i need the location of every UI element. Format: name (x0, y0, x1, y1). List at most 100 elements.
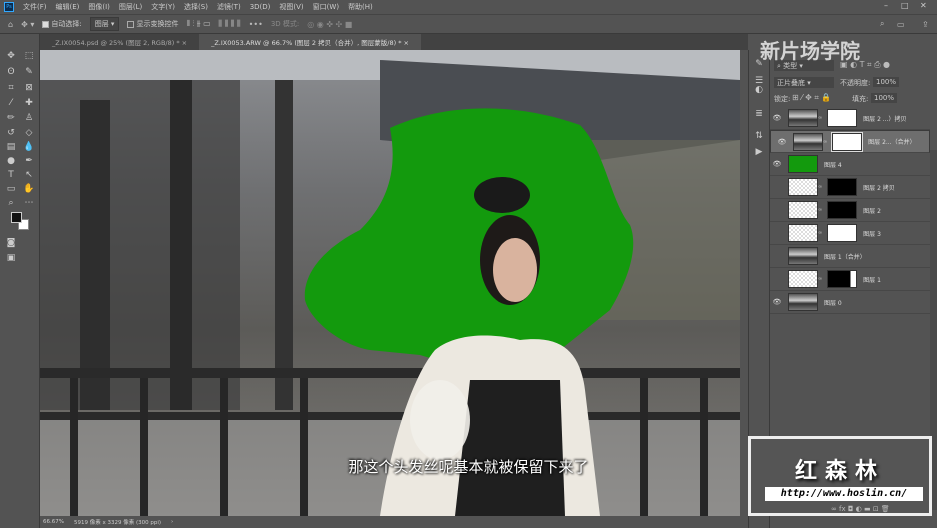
visibility-eye-icon[interactable]: 👁 (770, 114, 784, 122)
share-icon[interactable]: ⇪ (922, 20, 929, 29)
adjustments-panel-icon[interactable]: ◐ (753, 84, 765, 96)
auto-select-value: 图层 (94, 20, 109, 28)
lock-icons[interactable]: ⊞ ⁄ ✥ ⌗ 🔒 (792, 93, 831, 103)
move-tool-icon[interactable]: ✥ ▾ (21, 20, 34, 29)
layer-row[interactable]: 👁 图层 4 (770, 153, 930, 176)
path-select-tool-icon[interactable]: ↖ (23, 169, 35, 181)
more-tools-icon[interactable]: ⋯ (23, 197, 35, 209)
layer-thumbnail (788, 155, 818, 173)
menu-image[interactable]: 图像(I) (88, 2, 110, 12)
opacity-label: 不透明度: (840, 79, 871, 87)
marquee-tool-icon[interactable]: ⬚ (23, 50, 35, 62)
layer-row[interactable]: ∞ 图层 1 (770, 268, 930, 291)
more-options-icon[interactable]: ••• (249, 20, 263, 29)
stamp-tool-icon[interactable]: ♙ (23, 112, 35, 124)
fill-label: 填充: (852, 95, 869, 103)
layer-thumbnail (793, 132, 823, 151)
quick-mask-icon[interactable]: ◙ (5, 237, 17, 249)
menu-view[interactable]: 视图(V) (279, 2, 303, 12)
eraser-tool-icon[interactable]: ◇ (23, 127, 35, 139)
layer-thumbnail (788, 247, 818, 265)
layer-mask-thumbnail[interactable] (827, 109, 858, 127)
document-canvas[interactable] (40, 50, 740, 516)
maximize-button[interactable]: □ (901, 1, 909, 10)
opacity-input[interactable]: 100% (873, 77, 900, 87)
layer-row[interactable]: ∞ 图层 3 (770, 222, 930, 245)
lasso-tool-icon[interactable]: ʘ (5, 66, 17, 78)
layer-row-selected[interactable]: 👁 ∞ 图层 2...（合并） (770, 130, 930, 153)
visibility-eye-icon[interactable]: 👁 (770, 160, 784, 168)
layer-row[interactable]: 图层 1（合并） (770, 245, 930, 268)
zoom-tool-icon[interactable]: ⌕ (5, 197, 17, 209)
status-bar: 66.67% 5919 像素 x 3329 像素 (300 ppi) › (40, 516, 748, 528)
menu-layer[interactable]: 图层(L) (119, 2, 142, 12)
show-transform-checkbox[interactable]: 显示变换控件 (127, 19, 178, 29)
layer-mask-thumbnail[interactable] (827, 270, 858, 288)
foreground-color-swatch[interactable] (11, 212, 22, 223)
auto-select-label: 自动选择: (51, 20, 82, 28)
menu-bar: Ps 文件(F) 编辑(E) 图像(I) 图层(L) 文字(Y) 选择(S) 滤… (0, 0, 937, 14)
layer-mask-thumbnail[interactable] (827, 224, 858, 242)
layer-name: 图层 1 (863, 276, 881, 284)
layer-thumbnail (788, 201, 818, 219)
brand-name: 红森林 (794, 459, 885, 484)
menu-select[interactable]: 选择(S) (184, 2, 208, 12)
actions-panel-icon[interactable]: ▶ (753, 146, 765, 158)
brush-tool-icon[interactable]: ✏ (5, 112, 17, 124)
menu-edit[interactable]: 编辑(E) (56, 2, 80, 12)
layer-name: 图层 1（合并） (824, 253, 866, 261)
layer-panel-footer-icons[interactable]: ∞ fx ◘ ◐ ▬ ⊡ 🗑 (831, 505, 890, 513)
visibility-eye-icon[interactable]: 👁 (770, 298, 784, 306)
tab-document-2[interactable]: _Z.IX0053.ARW @ 66.7% (图层 2 拷贝（合并）, 图层蒙版… (199, 34, 421, 50)
healing-tool-icon[interactable]: ✚ (23, 97, 35, 109)
menu-file[interactable]: 文件(F) (23, 2, 47, 12)
fill-input[interactable]: 100% (871, 93, 898, 103)
pen-tool-icon[interactable]: ✒ (23, 155, 35, 167)
workspace-icon[interactable]: ▭ (897, 20, 905, 29)
eyedropper-tool-icon[interactable]: ⁄ (5, 97, 17, 109)
tab-document-1[interactable]: _Z.IX0054.psd @ 25% (图层 2, RGB/8) * × (40, 34, 199, 50)
menu-filter[interactable]: 滤镜(T) (217, 2, 241, 12)
layer-row[interactable]: ∞ 图层 2 拷贝 (770, 176, 930, 199)
visibility-eye-icon[interactable]: 👁 (775, 138, 789, 146)
gradient-tool-icon[interactable]: ▤ (5, 141, 17, 153)
layer-row[interactable]: ∞ 图层 2 (770, 199, 930, 222)
move-tool-icon[interactable]: ✥ (5, 50, 17, 62)
type-tool-icon[interactable]: T (5, 169, 17, 181)
layer-row[interactable]: 👁 图层 0 (770, 291, 930, 314)
options-bar: ⌂ ✥ ▾ 自动选择: 图层 ▾ 显示变换控件 ⫴ ⫶ ⫵ ▭ ⫼ ⫼ ⫼ ⫼ … (0, 14, 937, 34)
history-panel-icon[interactable]: ⇅ (753, 130, 765, 142)
layer-mask-thumbnail[interactable] (831, 131, 864, 152)
minimize-button[interactable]: – (884, 1, 888, 10)
blur-tool-icon[interactable]: 💧 (23, 141, 35, 153)
status-arrow-icon[interactable]: › (171, 519, 173, 525)
zoom-level[interactable]: 66.67% (43, 519, 64, 525)
history-brush-icon[interactable]: ↺ (5, 127, 17, 139)
close-window-button[interactable]: ✕ (920, 1, 927, 10)
search-icon[interactable]: ⌕ (880, 19, 884, 29)
menu-3d[interactable]: 3D(D) (250, 3, 271, 11)
photoshop-logo-icon: Ps (4, 2, 14, 12)
auto-select-checkbox[interactable]: 自动选择: (42, 19, 82, 29)
menu-type[interactable]: 文字(Y) (151, 2, 175, 12)
align-icons[interactable]: ⫴ ⫶ ⫵ ▭ ⫼ ⫼ ⫼ ⫼ (186, 19, 240, 29)
menu-help[interactable]: 帮助(H) (348, 2, 373, 12)
brand-overlay: 红森林 http://www.hoslin.cn/ ∞ fx ◘ ◐ ▬ ⊡ 🗑 (748, 436, 932, 516)
layers-panel-icon[interactable]: ≣ (753, 108, 765, 120)
hand-tool-icon[interactable]: ✋ (23, 183, 35, 195)
shape-tool-icon[interactable]: ▭ (5, 183, 17, 195)
auto-select-dropdown[interactable]: 图层 ▾ (89, 17, 120, 31)
blend-mode-dropdown[interactable]: 正片叠底 ▾ (774, 77, 834, 88)
dodge-tool-icon[interactable]: ● (5, 155, 17, 167)
screen-mode-icon[interactable]: ▣ (5, 252, 17, 264)
crop-tool-icon[interactable]: ⌗ (5, 82, 17, 94)
layer-row[interactable]: 👁 ∞ 图层 2 ...）拷贝 (770, 107, 930, 130)
layer-thumbnail (788, 293, 818, 311)
layer-mask-thumbnail[interactable] (827, 201, 858, 219)
quick-select-tool-icon[interactable]: ✎ (23, 66, 35, 78)
home-icon[interactable]: ⌂ (8, 20, 13, 29)
menu-window[interactable]: 窗口(W) (313, 2, 339, 12)
frame-tool-icon[interactable]: ⊠ (23, 82, 35, 94)
layer-mask-thumbnail[interactable] (827, 178, 858, 196)
layer-thumbnail (788, 224, 818, 242)
